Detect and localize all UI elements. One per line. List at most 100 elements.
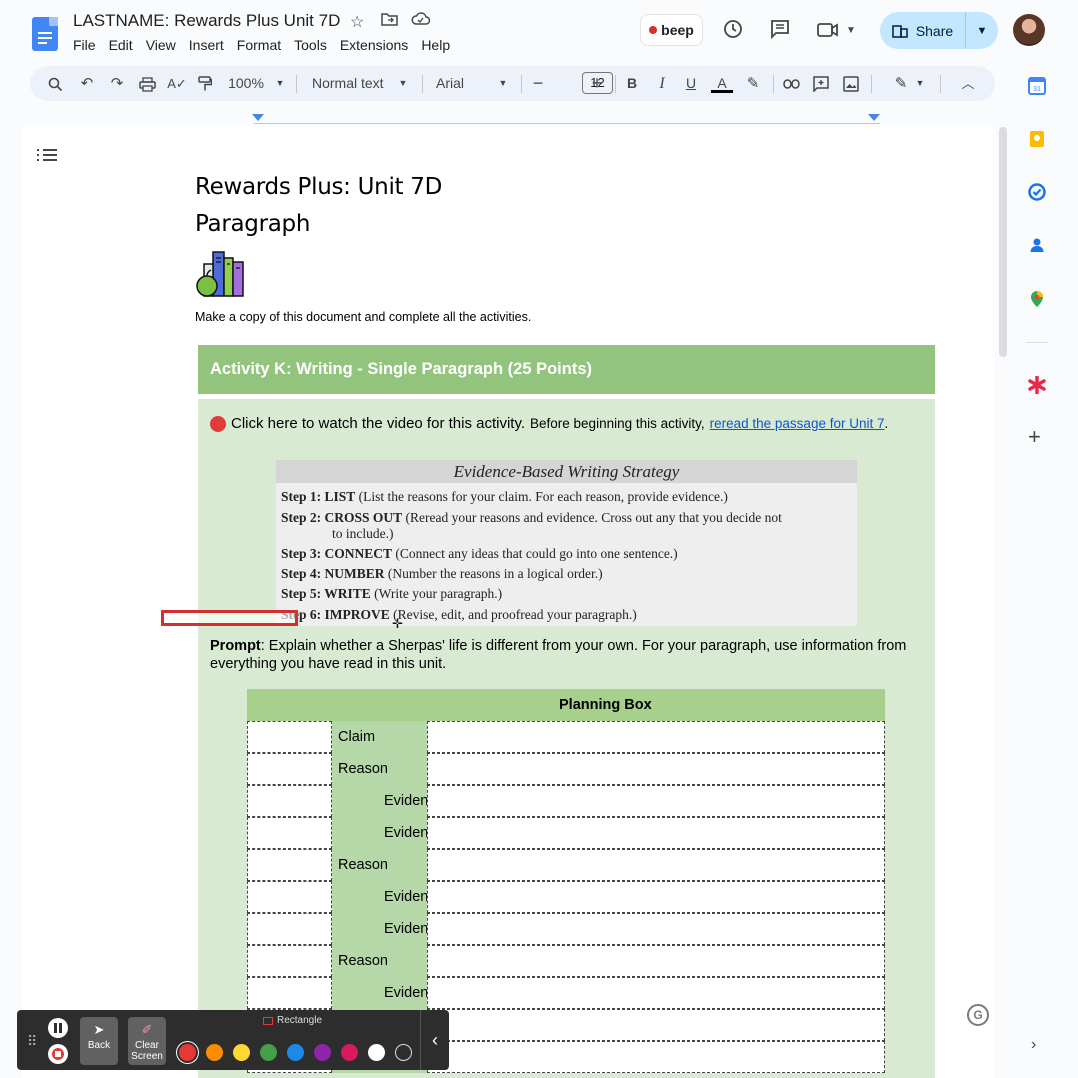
color-swatch[interactable] [341,1044,358,1061]
print-icon[interactable] [137,66,157,101]
zoom-chevron-icon[interactable]: ▼ [274,66,286,101]
docs-logo-icon[interactable] [32,17,58,51]
menu-file[interactable]: File [73,37,103,53]
document-title[interactable]: LASTNAME: Rewards Plus Unit 7D [73,11,340,31]
planning-cell-left[interactable] [247,977,332,1009]
share-button[interactable]: Share [880,12,966,49]
vertical-scrollbar[interactable] [999,127,1007,357]
planning-cell-left[interactable] [247,849,332,881]
collapse-toolbar-chevron-icon[interactable]: ‹ [420,1010,449,1070]
planning-cell-left[interactable] [247,721,332,753]
planning-cell-answer[interactable] [427,977,885,1009]
zoom-select[interactable]: 100% [226,66,266,101]
document-outline-icon[interactable] [37,147,57,163]
style-chevron-icon[interactable]: ▼ [397,66,409,101]
beep-button[interactable]: beep [640,14,703,46]
stop-recording-button[interactable] [48,1044,68,1064]
move-folder-icon[interactable] [381,12,398,31]
add-comment-icon[interactable] [812,66,830,101]
planning-cell-left[interactable] [247,817,332,849]
spellcheck-icon[interactable]: A✓ [167,66,187,101]
color-swatch[interactable] [287,1044,304,1061]
hide-menus-icon[interactable]: ︿ [959,66,977,101]
asterisk-addon-icon[interactable] [1028,376,1046,394]
planning-cell-answer[interactable] [427,913,885,945]
maps-icon[interactable] [1028,290,1046,308]
menu-view[interactable]: View [146,37,183,53]
comments-icon[interactable] [769,18,791,46]
version-history-icon[interactable] [722,18,744,46]
menu-format[interactable]: Format [237,37,288,53]
share-dropdown-icon[interactable]: ▼ [966,25,998,37]
planning-cell-answer[interactable] [427,1009,885,1041]
paint-format-icon[interactable] [196,66,214,101]
color-swatch[interactable] [368,1044,385,1061]
left-indent-marker[interactable] [252,114,264,121]
star-icon[interactable]: ☆ [350,12,364,32]
planning-cell-left[interactable] [247,785,332,817]
redo-icon[interactable]: ↷ [108,66,126,101]
planning-row-label: Evidence [332,913,444,945]
reread-passage-link[interactable]: reread the passage for Unit 7 [710,416,885,431]
highlight-icon[interactable]: ✎ [744,66,762,101]
color-swatch[interactable] [314,1044,331,1061]
get-addons-plus-icon[interactable]: + [1028,426,1041,448]
color-swatch[interactable] [206,1044,223,1061]
editing-mode-icon[interactable]: ✎ [892,66,910,101]
italic-icon[interactable]: I [654,66,670,101]
menu-help[interactable]: Help [421,37,457,53]
decrease-font-size-icon[interactable]: − [530,66,546,101]
planning-cell-answer[interactable] [427,817,885,849]
right-indent-marker[interactable] [868,114,880,121]
avatar[interactable] [1013,14,1045,46]
step-text: (List the reasons for your claim. For ea… [355,489,728,504]
clear-screen-button[interactable]: ✐ Clear Screen [128,1017,166,1065]
editing-mode-chevron-icon[interactable]: ▼ [914,66,926,101]
color-swatch[interactable] [395,1044,412,1061]
video-link-text[interactable]: Click here to watch the video for this a… [231,415,525,432]
step-text: (Connect any ideas that could go into on… [392,546,678,561]
planning-cell-left[interactable] [247,913,332,945]
menu-extensions[interactable]: Extensions [340,37,415,53]
planning-cell-answer[interactable] [427,785,885,817]
text-color-icon[interactable]: A [711,66,733,101]
planning-cell-left[interactable] [247,881,332,913]
share-label: Share [915,22,954,39]
menu-tools[interactable]: Tools [294,37,334,53]
contacts-icon[interactable] [1028,236,1046,254]
tasks-icon[interactable] [1028,183,1046,201]
grammarly-icon[interactable]: G [967,1004,989,1026]
pause-recording-button[interactable] [48,1018,68,1038]
search-icon[interactable] [46,66,64,101]
calendar-icon[interactable]: 31 [1028,77,1046,95]
font-select[interactable]: Arial [436,66,464,101]
color-swatch[interactable] [233,1044,250,1061]
link-icon[interactable] [782,66,800,101]
color-swatch[interactable] [260,1044,277,1061]
font-chevron-icon[interactable]: ▼ [497,66,509,101]
paragraph-style-select[interactable]: Normal text [312,66,384,101]
planning-cell-answer[interactable] [427,849,885,881]
cloud-status-icon[interactable] [411,12,431,31]
show-side-panel-chevron-icon[interactable]: › [1031,1036,1036,1054]
insert-image-icon[interactable] [842,66,860,101]
underline-icon[interactable]: U [683,66,699,101]
increase-font-size-icon[interactable]: + [589,66,605,101]
back-button[interactable]: ➤ Back [80,1017,118,1065]
keep-icon[interactable] [1028,130,1046,148]
planning-cell-answer[interactable] [427,753,885,785]
planning-cell-answer[interactable] [427,945,885,977]
ruler[interactable] [254,123,880,124]
planning-cell-left[interactable] [247,753,332,785]
drag-handle-icon[interactable]: ⠿ [27,1032,37,1050]
planning-cell-answer[interactable] [427,721,885,753]
meet-button[interactable]: ▼ [816,16,866,44]
planning-cell-answer[interactable] [427,881,885,913]
menu-edit[interactable]: Edit [109,37,140,53]
bold-icon[interactable]: B [624,66,640,101]
menu-insert[interactable]: Insert [189,37,231,53]
undo-icon[interactable]: ↶ [78,66,96,101]
color-swatch[interactable] [179,1044,196,1061]
planning-cell-left[interactable] [247,945,332,977]
planning-cell-answer[interactable] [427,1041,885,1073]
